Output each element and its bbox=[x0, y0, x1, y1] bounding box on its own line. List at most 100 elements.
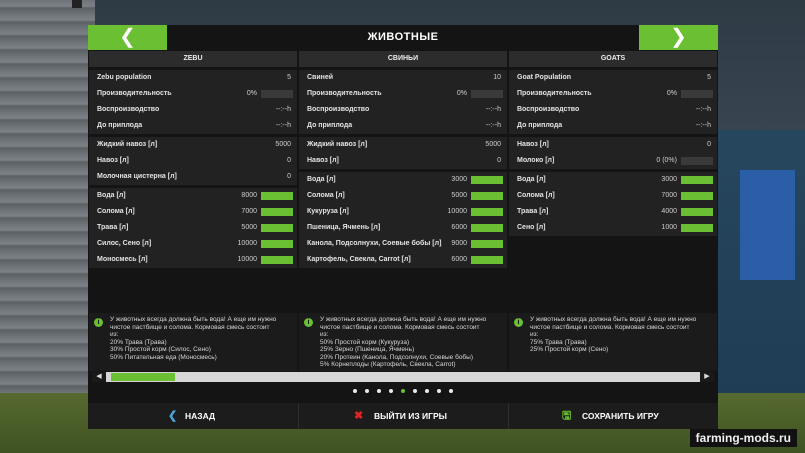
stat-label: Производительность bbox=[307, 90, 382, 97]
page-dot[interactable] bbox=[377, 389, 381, 394]
info-line: 50% Простой корм (Кукуруза) bbox=[320, 338, 410, 346]
info-icon: i bbox=[94, 318, 103, 327]
prev-page-button[interactable]: ❮ bbox=[88, 25, 167, 50]
scroll-left-button[interactable]: ◀ bbox=[92, 372, 106, 382]
stat-value: 1000 bbox=[661, 224, 677, 231]
fill-level bbox=[261, 208, 293, 216]
floppy-disk-icon: 🖫 bbox=[562, 410, 572, 422]
page-dot[interactable] bbox=[449, 389, 453, 394]
stat-row: До приплода --:--h bbox=[89, 118, 297, 134]
stat-label: Производительность bbox=[517, 90, 592, 97]
stat-value: 5000 bbox=[485, 141, 501, 148]
chevron-right-icon: ❯ bbox=[670, 26, 687, 48]
stat-label: Жидкий навоз [л] bbox=[97, 141, 158, 148]
stat-label: Молоко [л] bbox=[517, 157, 555, 164]
stat-row: Zebu population 5 bbox=[89, 70, 297, 86]
page-dot[interactable] bbox=[389, 389, 393, 394]
info-line: 50% Питательная еда (Моносмесь) bbox=[110, 353, 217, 361]
stat-value: --:--h bbox=[485, 122, 501, 129]
info-line: У животных всегда должна быть вода! А ещ… bbox=[530, 316, 697, 323]
stat-row: Свиней 10 bbox=[299, 70, 507, 86]
page-dot[interactable] bbox=[401, 389, 405, 394]
stat-value: 10000 bbox=[447, 208, 467, 215]
stat-value: 0 (0%) bbox=[656, 157, 677, 164]
stat-value: --:--h bbox=[275, 122, 291, 129]
stat-row: Навоз [л] 0 bbox=[299, 153, 507, 169]
background-blue-door bbox=[740, 170, 795, 280]
stat-row: Солома [л] 7000 bbox=[509, 188, 717, 204]
fill-level-bar bbox=[261, 240, 293, 248]
horizontal-scrollbar[interactable]: ◀ ▶ bbox=[92, 372, 714, 382]
info-line: 5% Корнеплоды (Картофель, Свекла, Carrot… bbox=[320, 361, 456, 368]
page-dot[interactable] bbox=[425, 389, 429, 394]
stat-value: 0 bbox=[287, 173, 291, 180]
stat-row: Жидкий навоз [л] 5000 bbox=[89, 137, 297, 153]
stat-row: Навоз [л] 0 bbox=[89, 153, 297, 169]
page-dot[interactable] bbox=[413, 389, 417, 394]
stat-value: 3000 bbox=[661, 176, 677, 183]
fill-level-bar bbox=[681, 208, 713, 216]
animals-panel: ❮ ЖИВОТНЫЕ ❯ ZEBU Zebu population 5 Произво… bbox=[88, 25, 718, 429]
background-silo bbox=[0, 0, 95, 453]
feed-info-box: i У животных всегда должна быть вода! А е… bbox=[509, 313, 717, 371]
stat-row: Воспроизводство --:--h bbox=[509, 102, 717, 118]
fill-level bbox=[681, 192, 713, 200]
back-button[interactable]: ❮ НАЗАД bbox=[88, 403, 298, 429]
stat-label: Солома [л] bbox=[307, 192, 345, 199]
info-line: из: bbox=[530, 331, 539, 338]
stat-row: Пшеница, Ячмень [л] 6000 bbox=[299, 220, 507, 236]
stat-row: Солома [л] 5000 bbox=[299, 188, 507, 204]
fill-level-bar bbox=[261, 256, 293, 264]
next-page-button[interactable]: ❯ bbox=[639, 25, 718, 50]
stat-label: Моносмесь [л] bbox=[97, 256, 148, 263]
page-dot[interactable] bbox=[437, 389, 441, 394]
quit-game-button[interactable]: ✖ ВЫЙТИ ИЗ ИГРЫ bbox=[298, 403, 508, 429]
chevron-left-icon: ❮ bbox=[168, 410, 178, 422]
info-icon: i bbox=[514, 318, 523, 327]
stat-row: Картофель, Свекла, Carrot [л] 6000 bbox=[299, 252, 507, 268]
animal-column: GOATS Goat Population 5 Производительность 0… bbox=[509, 51, 717, 371]
stat-row: До приплода --:--h bbox=[509, 118, 717, 134]
feed-info-box: i У животных всегда должна быть вода! А е… bbox=[299, 313, 507, 371]
fill-level-bar bbox=[681, 157, 713, 165]
stat-value: 0% bbox=[246, 90, 257, 97]
stat-row: До приплода --:--h bbox=[299, 118, 507, 134]
stat-group: Свиней 10 Производительность 0% Воспроизводс… bbox=[299, 70, 507, 134]
stat-value: 4000 bbox=[661, 208, 677, 215]
stat-label: Свиней bbox=[307, 74, 334, 81]
save-game-button[interactable]: 🖫 СОХРАНИТЬ ИГРУ bbox=[508, 403, 718, 429]
info-line: У животных всегда должна быть вода! А ещ… bbox=[110, 316, 277, 323]
stat-value: 9000 bbox=[451, 240, 467, 247]
info-line: 25% Зерно (Пшеница, Ячмень) bbox=[320, 346, 415, 353]
page-dot[interactable] bbox=[353, 389, 357, 394]
fill-level-bar bbox=[261, 192, 293, 200]
fill-level-bar bbox=[471, 240, 503, 248]
fill-level bbox=[471, 224, 503, 232]
scroll-right-button[interactable]: ▶ bbox=[700, 372, 714, 382]
fill-level-bar bbox=[681, 90, 713, 98]
fill-level bbox=[261, 240, 293, 248]
fill-level bbox=[261, 224, 293, 232]
page-dot[interactable] bbox=[365, 389, 369, 394]
stat-label: Навоз [л] bbox=[517, 141, 549, 148]
stat-value: 0% bbox=[666, 90, 677, 97]
stat-row: Силос, Сено [л] 10000 bbox=[89, 236, 297, 252]
stat-row: Вода [л] 3000 bbox=[509, 172, 717, 188]
stat-label: Трава [л] bbox=[517, 208, 549, 215]
stat-value: 6000 bbox=[451, 224, 467, 231]
fill-level bbox=[471, 176, 503, 184]
stat-label: Солома [л] bbox=[97, 208, 135, 215]
page-indicator bbox=[88, 388, 718, 398]
stat-row: Сено [л] 1000 bbox=[509, 220, 717, 236]
stat-value: 7000 bbox=[661, 192, 677, 199]
fill-level bbox=[261, 192, 293, 200]
stat-label: Goat Population bbox=[517, 74, 572, 81]
stat-label: Производительность bbox=[97, 90, 172, 97]
column-header: GOATS bbox=[509, 51, 717, 67]
stat-label: Солома [л] bbox=[517, 192, 555, 199]
column-header: СВИНЬИ bbox=[299, 51, 507, 67]
stat-value: 10000 bbox=[237, 240, 257, 247]
stat-label: Навоз [л] bbox=[307, 157, 339, 164]
stat-group: Вода [л] 3000 Солома [л] 5000 Кукуруза [л] 10… bbox=[299, 172, 507, 268]
scroll-thumb[interactable] bbox=[111, 373, 175, 381]
